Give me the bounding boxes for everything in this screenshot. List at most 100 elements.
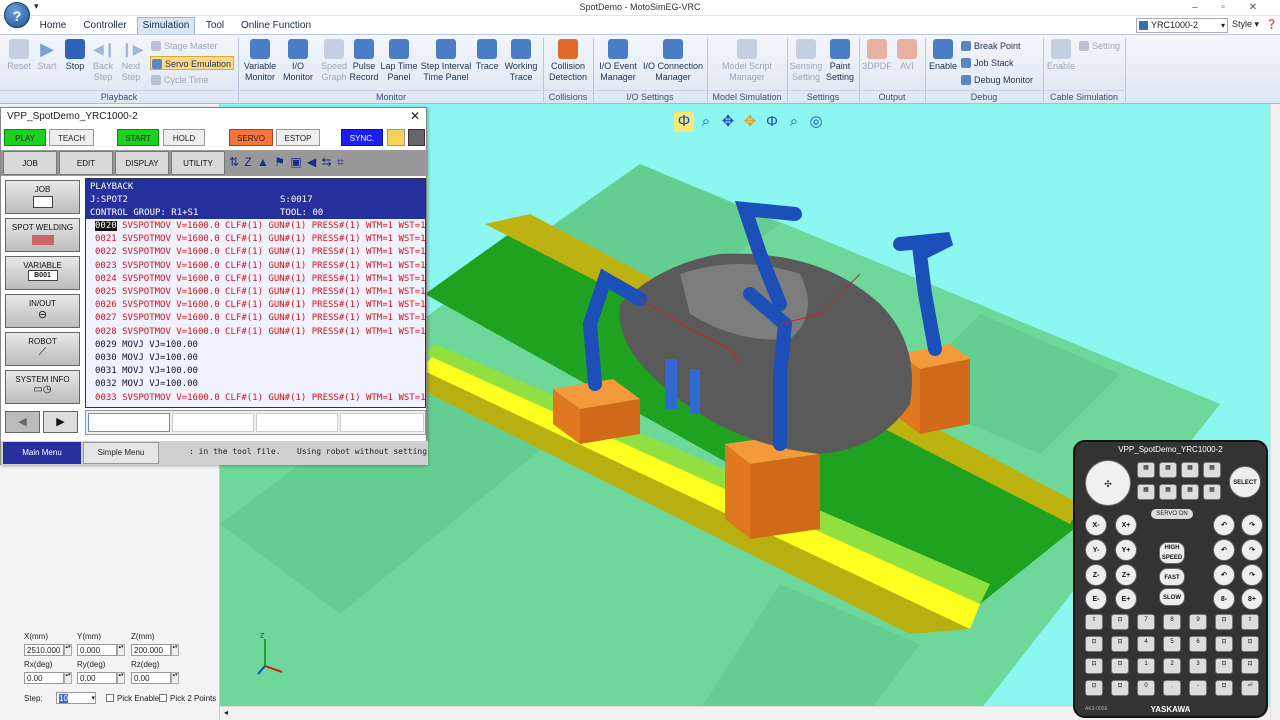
tp-key[interactable]: 5 [1163,636,1181,652]
io-event-manager-button[interactable]: I/O Event Manager [596,39,640,83]
minimize-button[interactable]: – [1184,0,1206,16]
style-menu[interactable]: Style ▾ [1232,19,1259,30]
cursor-pad[interactable]: ✣ [1085,460,1131,506]
tp-key[interactable]: ⊡ [1111,636,1129,652]
sync-button[interactable]: SYNC. [341,129,383,146]
close-window-button[interactable]: ✕ [1242,0,1264,16]
tp-key[interactable]: 3 [1189,658,1207,674]
job-line[interactable]: 0032 MOVJ VJ=100.00 [95,378,198,391]
working-trace-button[interactable]: Working Trace [502,39,540,83]
jog-key-e-plus[interactable]: E+ [1115,588,1137,610]
jog-key-x-plus[interactable]: X+ [1115,514,1137,536]
help-icon[interactable]: ❓ [1266,19,1277,30]
io-monitor-button[interactable]: I/O Monitor [280,39,316,83]
estop-button[interactable]: ESTOP [276,129,320,146]
tp-key[interactable]: - [1189,680,1207,696]
step-select[interactable]: 10 ▾ [56,692,96,704]
display-menu-button[interactable]: DISPLAY [115,151,169,175]
app-logo-icon[interactable]: ? [4,2,30,28]
fit-view-icon[interactable]: ◎ [806,112,826,132]
tp-key[interactable]: ▦ [1137,484,1155,500]
edit-menu-button[interactable]: EDIT [59,151,113,175]
tp-key[interactable]: ⊡ [1111,614,1129,630]
tp-key[interactable]: . [1163,680,1181,696]
tp-key[interactable]: ⇧ [1241,614,1259,630]
tp-key[interactable]: 9 [1189,614,1207,630]
job-line[interactable]: 0020 SVSPOTMOV V=1600.0 CLF#(1) GUN#(1) … [95,220,425,233]
jog-key-y-minus[interactable]: Y- [1085,539,1107,561]
lap-time-panel-button[interactable]: Lap Time Panel [380,39,418,83]
y-spinner[interactable]: ▴▾ [117,644,125,656]
io-connection-manager-button[interactable]: I/O Connection Manager [642,39,704,83]
input-buffer-3[interactable] [256,413,338,432]
servo-emulation-button[interactable]: Servo Emulation [150,56,234,70]
tab-online-function[interactable]: Online Function [236,18,316,34]
job-menu-button[interactable]: JOB [3,151,57,175]
hold-button[interactable]: HOLD [163,129,205,146]
tp-key[interactable]: ⊡ [1085,636,1103,652]
jog-key-ry-plus[interactable]: ↷ [1241,539,1263,561]
page-forward-button[interactable]: ▶ [43,411,78,433]
tp-key[interactable]: ▦ [1181,462,1199,478]
input-buffer-2[interactable] [172,413,254,432]
pick-enable-checkbox[interactable] [106,694,114,702]
debug-enable-button[interactable]: Enable [928,39,958,72]
speed-graph-button[interactable]: Speed Graph [318,39,350,83]
job-line[interactable]: 0028 SVSPOTMOV V=1600.0 CLF#(1) GUN#(1) … [95,326,425,339]
simple-menu-button[interactable]: Simple Menu [83,442,159,464]
tp-key[interactable]: ⊡ [1085,680,1103,696]
ry-input[interactable]: 0.00 [77,672,117,684]
maximize-button[interactable]: ▫ [1212,0,1234,16]
side-spot-welding-button[interactable]: SPOT WELDING [5,218,80,252]
job-line[interactable]: 0026 SVSPOTMOV V=1600.0 CLF#(1) GUN#(1) … [95,299,425,312]
zoom-icon[interactable]: ⌕ [784,112,804,132]
folder-icon[interactable] [387,129,405,146]
job-line[interactable]: 0031 MOVJ VJ=100.00 [95,365,198,378]
tp-key[interactable]: 0 [1137,680,1155,696]
tab-controller[interactable]: Controller [78,18,132,34]
tp-key[interactable]: ⊡ [1241,636,1259,652]
jog-key-e-minus[interactable]: E- [1085,588,1107,610]
avi-button[interactable]: AVI [894,39,920,72]
variable-monitor-button[interactable]: Variable Monitor [242,39,278,83]
job-stack-button[interactable]: Job Stack [960,56,1014,70]
rz-input[interactable]: 0.00 [131,672,171,684]
break-point-button[interactable]: Break Point [960,39,1021,53]
trace-button[interactable]: Trace [472,39,502,72]
high-speed-button[interactable]: HIGH SPEED [1159,542,1185,564]
utility-menu-button[interactable]: UTILITY [171,151,225,175]
tp-key[interactable]: 1 [1137,658,1155,674]
z-input[interactable]: 200.000 [131,644,171,656]
jog-key-rx-minus[interactable]: ↶ [1213,514,1235,536]
job-content-area[interactable]: PLAYBACK J:SPOT2 S:0017 CONTROL GROUP: R1… [85,178,426,408]
x-input[interactable]: 2510.000 [24,644,64,656]
job-line[interactable]: 0027 SVSPOTMOV V=1600.0 CLF#(1) GUN#(1) … [95,312,425,325]
tab-home[interactable]: Home [34,18,72,34]
cycle-time-button[interactable]: Cycle Time [150,73,209,87]
tp-key[interactable]: ▦ [1203,484,1221,500]
select-button[interactable]: SELECT [1229,466,1261,498]
tp-key[interactable]: ▦ [1159,484,1177,500]
x-spinner[interactable]: ▴▾ [64,644,72,656]
tp-key[interactable]: 4 [1137,636,1155,652]
main-menu-button[interactable]: Main Menu [3,442,81,464]
tp-key[interactable]: ▦ [1181,484,1199,500]
vertical-scrollbar[interactable] [1270,104,1280,720]
tp-key[interactable]: 7 [1137,614,1155,630]
tp-key[interactable]: ⊡ [1241,658,1259,674]
controller-select[interactable]: YRC1000-2 ▾ [1136,18,1228,33]
tp-key[interactable]: 2 [1163,658,1181,674]
virtual-pendant-window[interactable]: VPP_SpotDemo_YRC1000-2 ✕ PLAY TEACH STAR… [0,107,428,465]
3dpdf-button[interactable]: 3DPDF [862,39,892,72]
tp-key[interactable]: ▦ [1203,462,1221,478]
z-spinner[interactable]: ▴▾ [171,644,179,656]
tp-key[interactable]: ⊡ [1111,658,1129,674]
page-back-button[interactable]: ◀ [5,411,40,433]
tp-key[interactable]: ⊡ [1215,614,1233,630]
teach-mode-button[interactable]: TEACH [49,129,94,146]
jog-key-rz-minus[interactable]: ↶ [1213,564,1235,586]
tp-key[interactable]: ⊡ [1085,658,1103,674]
sensing-setting-button[interactable]: Sensing Setting [788,39,824,83]
tp-key[interactable]: ▦ [1137,462,1155,478]
tp-key[interactable]: ⊡ [1215,680,1233,696]
